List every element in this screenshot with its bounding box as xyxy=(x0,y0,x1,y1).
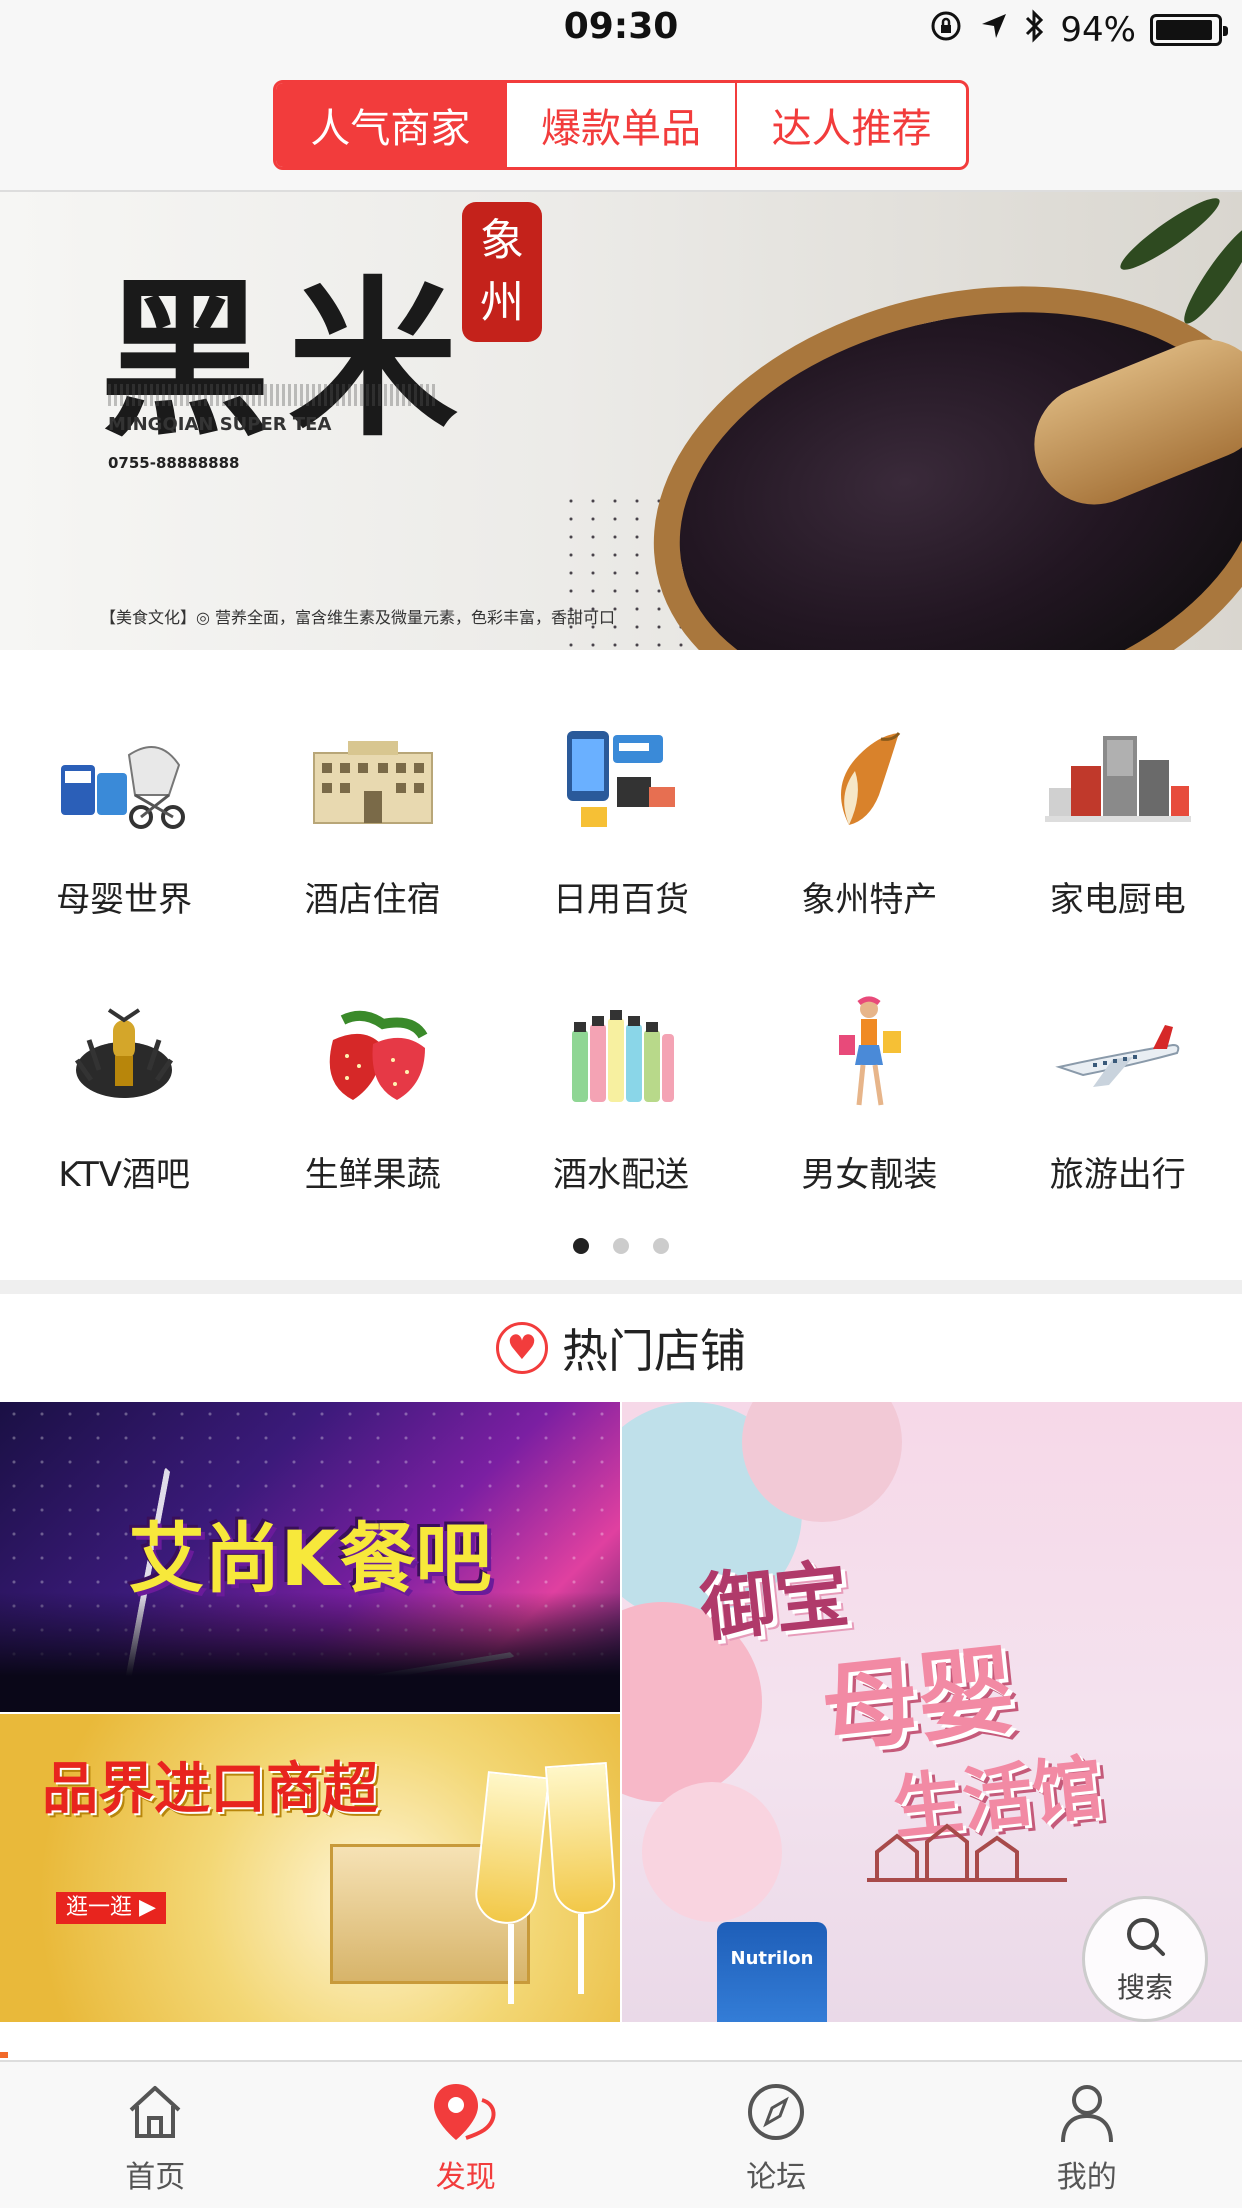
bottom-tab-bar: 首页 发现 论坛 我的 xyxy=(0,2060,1242,2208)
banner-phone: 0755-88888888 xyxy=(108,454,240,472)
page-dot[interactable] xyxy=(573,1238,589,1254)
category-label: 象州特产 xyxy=(801,880,938,920)
category-label: 母婴世界 xyxy=(56,880,193,920)
category-grid: 母婴世界 酒店住宿 日用百货 象州特产 家电厨电 KTV酒吧 生鲜果蔬 酒水配送… xyxy=(0,720,1242,1270)
category-label: 旅游出行 xyxy=(1049,1155,1186,1195)
promo-banner[interactable]: 黑米 象州 MINGQIAN SUPER TEA 0755-88888888 【… xyxy=(0,192,1242,650)
category-baby[interactable]: 母婴世界 xyxy=(0,720,248,995)
baby-stroller-icon xyxy=(44,720,204,840)
banner-subtitle: MINGQIAN SUPER TEA xyxy=(108,414,332,435)
browse-button[interactable]: 逛一逛 ▶ xyxy=(56,1892,166,1924)
hot-shops-header: ♥ 热门店铺 xyxy=(0,1294,1242,1402)
category-appliances[interactable]: 家电厨电 xyxy=(994,720,1242,995)
battery-level xyxy=(1156,20,1213,40)
section-divider xyxy=(0,1280,1242,1294)
shop-brand: 御宝 xyxy=(696,1551,853,1653)
shop-name: 母婴 xyxy=(816,1634,1020,1766)
search-label: 搜索 xyxy=(1116,1971,1173,2004)
category-fashion[interactable]: 男女靓装 xyxy=(745,995,993,1270)
segment-hot-items[interactable]: 爆款单品 xyxy=(504,83,736,167)
shop-name: 品界进口商超 xyxy=(42,1757,378,1822)
tab-label: 发现 xyxy=(435,2160,496,2195)
category-drinks[interactable]: 酒水配送 xyxy=(497,995,745,1270)
home-icon xyxy=(123,2080,187,2148)
banner-fine-print xyxy=(108,384,438,406)
rice-icon xyxy=(789,720,949,840)
product-name: Nutrilon xyxy=(730,1948,814,1969)
shopping-girl-icon xyxy=(789,995,949,1115)
location-pin-icon xyxy=(426,2080,506,2148)
champagne-stem xyxy=(578,1914,584,1994)
page-dot[interactable] xyxy=(653,1238,669,1254)
tab-discover[interactable]: 发现 xyxy=(311,2062,622,2208)
scroll-indicator-fill xyxy=(0,2052,8,2058)
tab-label: 我的 xyxy=(1056,2160,1117,2195)
person-icon xyxy=(1055,2080,1119,2148)
category-label: 日用百货 xyxy=(552,880,689,920)
strawberry-icon xyxy=(293,995,453,1115)
bottles-icon xyxy=(541,995,701,1115)
compass-icon xyxy=(744,2080,808,2148)
daily-goods-icon xyxy=(541,720,701,840)
shop-card-import-market[interactable]: 品界进口商超 逛一逛 ▶ xyxy=(0,1714,620,2022)
banner-seal: 象州 xyxy=(462,202,542,342)
category-hotel[interactable]: 酒店住宿 xyxy=(248,720,496,995)
segmented-control: 人气商家 爆款单品 达人推荐 xyxy=(273,80,969,170)
search-icon xyxy=(1121,1912,1169,1964)
category-ktv[interactable]: KTV酒吧 xyxy=(0,995,248,1270)
category-travel[interactable]: 旅游出行 xyxy=(994,995,1242,1270)
category-section: 母婴世界 酒店住宿 日用百货 象州特产 家电厨电 KTV酒吧 生鲜果蔬 酒水配送… xyxy=(0,650,1242,1280)
category-fresh-produce[interactable]: 生鲜果蔬 xyxy=(248,995,496,1270)
champagne-stem xyxy=(508,1924,514,2004)
category-label: 酒店住宿 xyxy=(304,880,441,920)
bluetooth-icon xyxy=(1024,8,1046,53)
shop-name: 艾尚K餐吧 xyxy=(128,1514,492,1603)
segment-popular-merchants[interactable]: 人气商家 xyxy=(276,83,505,167)
tab-home[interactable]: 首页 xyxy=(0,2062,311,2208)
category-label: 酒水配送 xyxy=(552,1155,689,1195)
top-header: 人气商家 爆款单品 达人推荐 xyxy=(0,62,1242,192)
crowd-silhouette xyxy=(0,1592,620,1712)
status-bar: 09:30 94% xyxy=(0,0,1242,62)
orientation-lock-icon xyxy=(928,8,964,53)
category-label: 家电厨电 xyxy=(1049,880,1186,920)
balloon xyxy=(642,1782,782,1922)
tab-forum[interactable]: 论坛 xyxy=(621,2062,932,2208)
tab-label: 首页 xyxy=(125,2160,186,2195)
page-dot[interactable] xyxy=(613,1238,629,1254)
appliances-icon xyxy=(1038,720,1198,840)
product-tin: Nutrilon xyxy=(717,1922,827,2022)
shop-card-ktv[interactable]: 艾尚K餐吧 xyxy=(0,1402,620,1712)
category-label: 男女靓装 xyxy=(801,1155,938,1195)
airplane-icon xyxy=(1038,995,1198,1115)
champagne-glass xyxy=(544,1762,618,1916)
banner-footer: 【美食文化】◎ 营养全面，富含维生素及微量元素，色彩丰富，香甜可口 xyxy=(100,608,616,627)
status-icons: 94% xyxy=(928,8,1228,53)
hotel-icon xyxy=(293,720,453,840)
tab-profile[interactable]: 我的 xyxy=(932,2062,1242,2208)
battery-percent: 94% xyxy=(1060,10,1136,50)
segment-expert-picks[interactable]: 达人推荐 xyxy=(735,83,966,167)
location-arrow-icon xyxy=(978,10,1010,51)
floating-search-button[interactable]: 搜索 xyxy=(1082,1896,1208,2022)
champagne-glass xyxy=(472,1771,550,1927)
scroll-indicator xyxy=(0,2052,1242,2058)
battery-icon xyxy=(1150,14,1228,46)
category-daily-goods[interactable]: 日用百货 xyxy=(497,720,745,995)
tab-label: 论坛 xyxy=(746,2160,807,2195)
category-local-specialty[interactable]: 象州特产 xyxy=(745,720,993,995)
page-indicator[interactable] xyxy=(0,1238,1242,1254)
category-label: 生鲜果蔬 xyxy=(304,1155,441,1195)
hot-shops-title: 热门店铺 xyxy=(562,1324,746,1378)
banner-leaf xyxy=(1113,192,1227,279)
house-outline-image xyxy=(867,1822,1067,1882)
heart-icon: ♥ xyxy=(496,1322,548,1374)
category-label: KTV酒吧 xyxy=(58,1155,191,1195)
microphone-icon xyxy=(44,995,204,1115)
